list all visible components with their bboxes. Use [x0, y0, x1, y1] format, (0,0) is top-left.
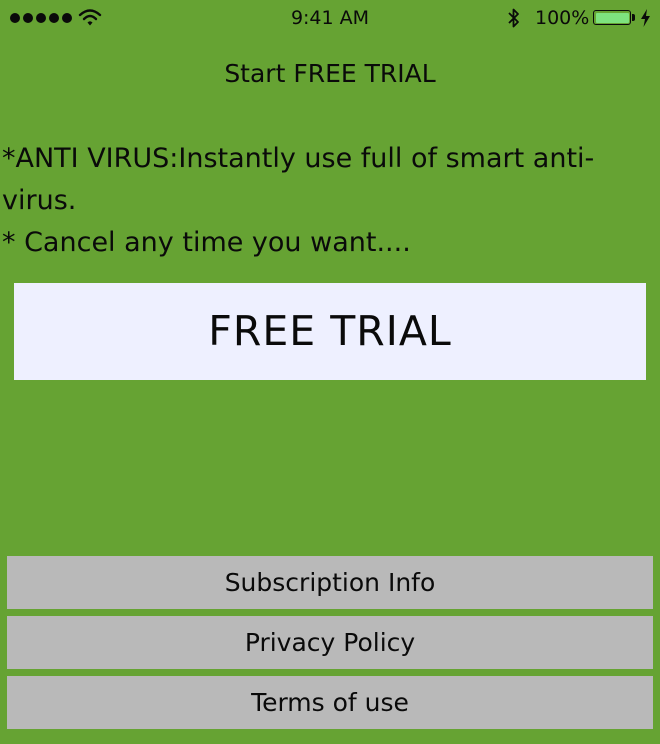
- feature-cancel: * Cancel any time you want....: [2, 227, 411, 258]
- terms-of-use-button[interactable]: Terms of use: [7, 676, 653, 729]
- status-bar: 9:41 AM 100%: [0, 0, 660, 36]
- free-trial-button[interactable]: FREE TRIAL: [14, 283, 646, 380]
- battery-tip: [632, 14, 635, 21]
- subscription-info-button[interactable]: Subscription Info: [7, 556, 653, 609]
- feature-list: *ANTI VIRUS:Instantly use full of smart …: [2, 138, 652, 264]
- battery-icon: [593, 10, 631, 25]
- battery-percent: 100%: [535, 7, 590, 29]
- privacy-policy-button[interactable]: Privacy Policy: [7, 616, 653, 669]
- charging-bolt-icon: [641, 9, 650, 27]
- bluetooth-icon: [508, 8, 519, 28]
- feature-antivirus: *ANTI VIRUS:Instantly use full of smart …: [2, 143, 595, 216]
- page-title: Start FREE TRIAL: [224, 59, 436, 88]
